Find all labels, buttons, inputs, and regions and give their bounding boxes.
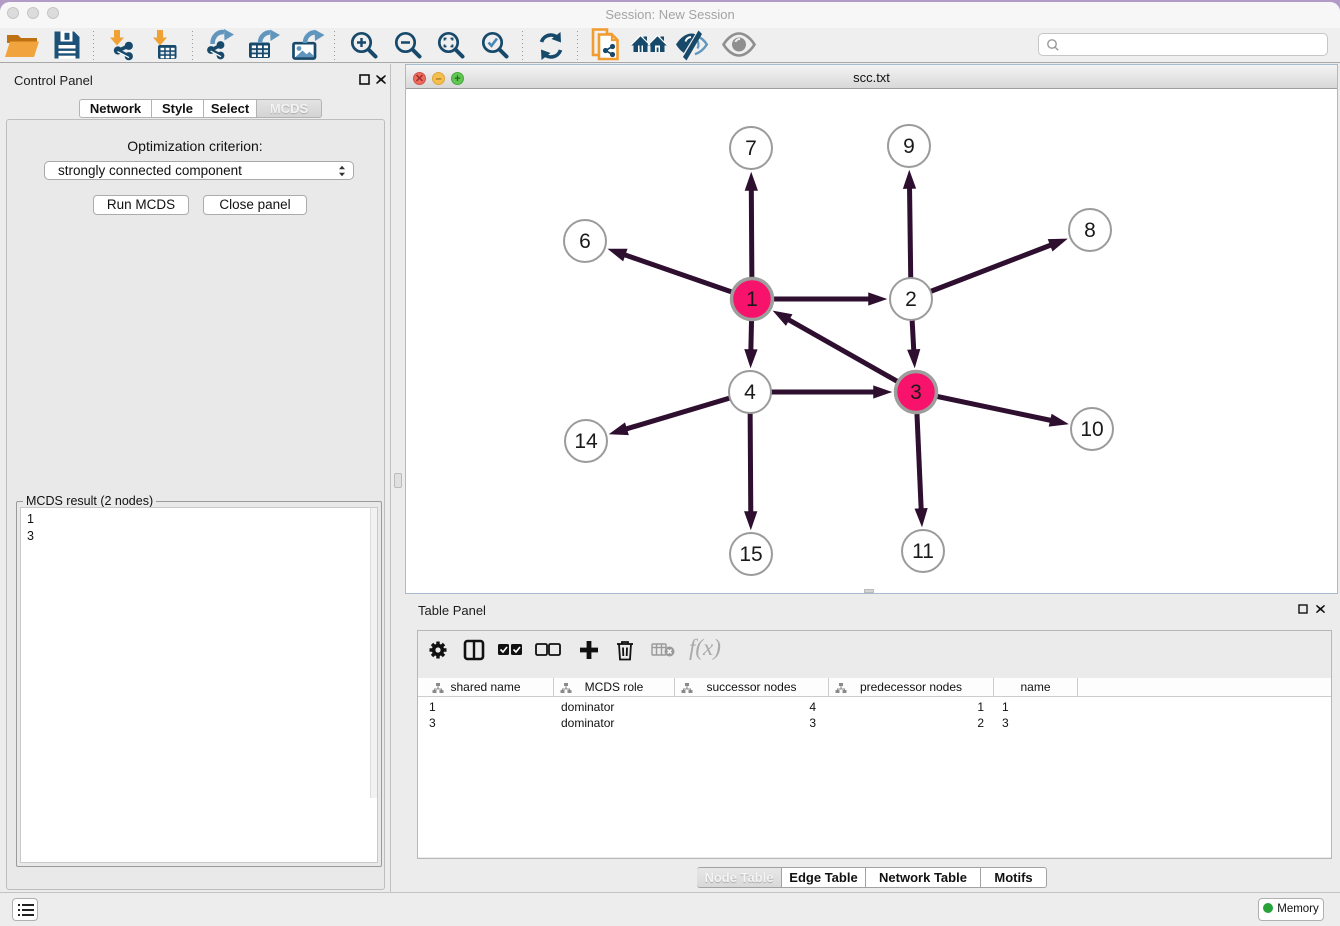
svg-text:4: 4 (744, 381, 756, 404)
svg-text:14: 14 (574, 430, 598, 453)
svg-text:15: 15 (739, 543, 762, 566)
svg-text:10: 10 (1080, 418, 1103, 441)
svg-text:6: 6 (579, 230, 591, 253)
svg-text:7: 7 (745, 137, 757, 160)
svg-text:8: 8 (1084, 219, 1096, 242)
svg-text:3: 3 (910, 381, 922, 404)
svg-text:11: 11 (912, 540, 934, 563)
svg-text:2: 2 (905, 288, 917, 311)
svg-text:9: 9 (903, 135, 915, 158)
svg-text:1: 1 (746, 288, 758, 311)
